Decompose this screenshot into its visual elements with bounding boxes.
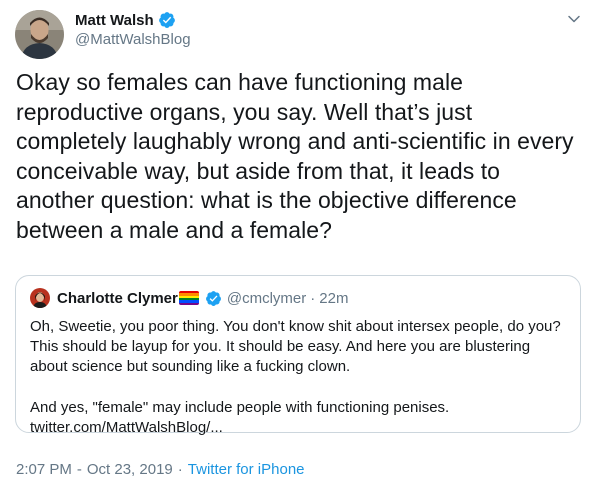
rainbow-flag-icon [178, 291, 199, 305]
quoted-tweet-text: Oh, Sweetie, you poor thing. You don't k… [30, 317, 570, 438]
quoted-timestamp: 22m [319, 289, 349, 307]
quoted-paragraph-2: And yes, "female" may include people wit… [30, 398, 450, 436]
verified-badge-icon [205, 290, 222, 307]
quoted-author-handle: @cmclymer [226, 289, 307, 307]
verified-badge-icon [158, 11, 176, 29]
tweet-metadata: 2:07 PM - Oct 23, 2019 · Twitter for iPh… [16, 461, 305, 478]
author-block: Matt Walsh @MattWalshBlog [75, 10, 191, 49]
quoted-author-avatar [30, 288, 50, 308]
quoted-separator: · [310, 289, 316, 307]
author-handle[interactable]: @MattWalshBlog [75, 31, 191, 48]
quoted-tweet[interactable]: Charlotte Clymer @cmclymer · 22m Oh, Swe… [15, 275, 581, 436]
tweet-text: Okay so females can have functioning mal… [16, 69, 574, 243]
meta-separator: - [76, 461, 82, 478]
chevron-down-icon[interactable] [567, 12, 581, 26]
author-name[interactable]: Matt Walsh [75, 12, 154, 29]
meta-separator: · [177, 461, 183, 478]
tweet-time[interactable]: 2:07 PM [16, 461, 72, 478]
quoted-paragraph-1: Oh, Sweetie, you poor thing. You don't k… [30, 318, 561, 376]
quoted-author-name: Charlotte Clymer [57, 289, 178, 307]
tweet-date[interactable]: Oct 23, 2019 [87, 461, 173, 478]
quoted-tweet-header: Charlotte Clymer @cmclymer · 22m [30, 288, 348, 308]
tweet-source-link[interactable]: Twitter for iPhone [188, 461, 305, 478]
author-avatar[interactable] [15, 10, 64, 59]
